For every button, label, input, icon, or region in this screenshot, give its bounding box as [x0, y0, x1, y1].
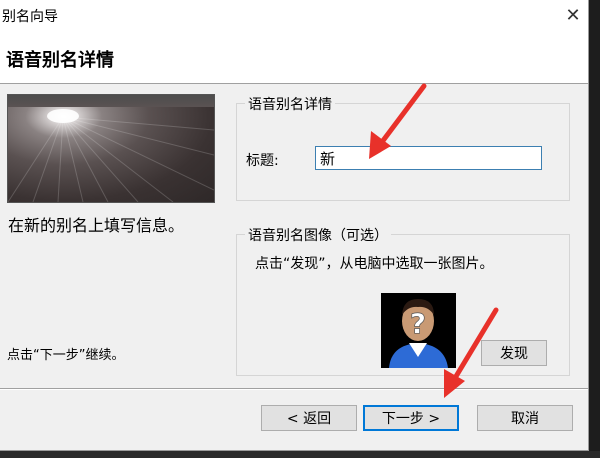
background-strip	[0, 451, 600, 458]
continue-hint: 点击“下一步”继续。	[7, 348, 125, 363]
next-button[interactable]: 下一步 >	[363, 405, 459, 431]
close-icon[interactable]: ✕	[558, 0, 588, 30]
intro-text: 在新的别名上填写信息。	[8, 216, 185, 235]
page-title: 语音别名详情	[6, 50, 114, 71]
back-button[interactable]: < 返回	[261, 405, 357, 431]
svg-text:?: ?	[410, 307, 426, 340]
title-bar: 别名向导 ✕	[0, 0, 588, 30]
window-title: 别名向导	[2, 9, 58, 25]
browse-button[interactable]: 发现	[481, 340, 547, 366]
footer-divider	[0, 388, 588, 390]
wizard-window: 别名向导 ✕ 语音别名详情 在新的别名上填写信息。 点击“下一步”继续。 语音别…	[0, 0, 589, 451]
cancel-button[interactable]: 取消	[477, 405, 573, 431]
title-label: 标题:	[246, 153, 279, 169]
question-person-icon: ?	[381, 293, 456, 368]
wizard-header: 语音别名详情	[0, 30, 588, 84]
image-group-legend: 语音别名图像（可选）	[245, 225, 391, 245]
banner-image	[7, 94, 215, 203]
image-description: 点击“发现”，从电脑中选取一张图片。	[255, 256, 494, 272]
details-group-legend: 语音别名详情	[245, 94, 335, 114]
title-input[interactable]	[315, 146, 542, 170]
